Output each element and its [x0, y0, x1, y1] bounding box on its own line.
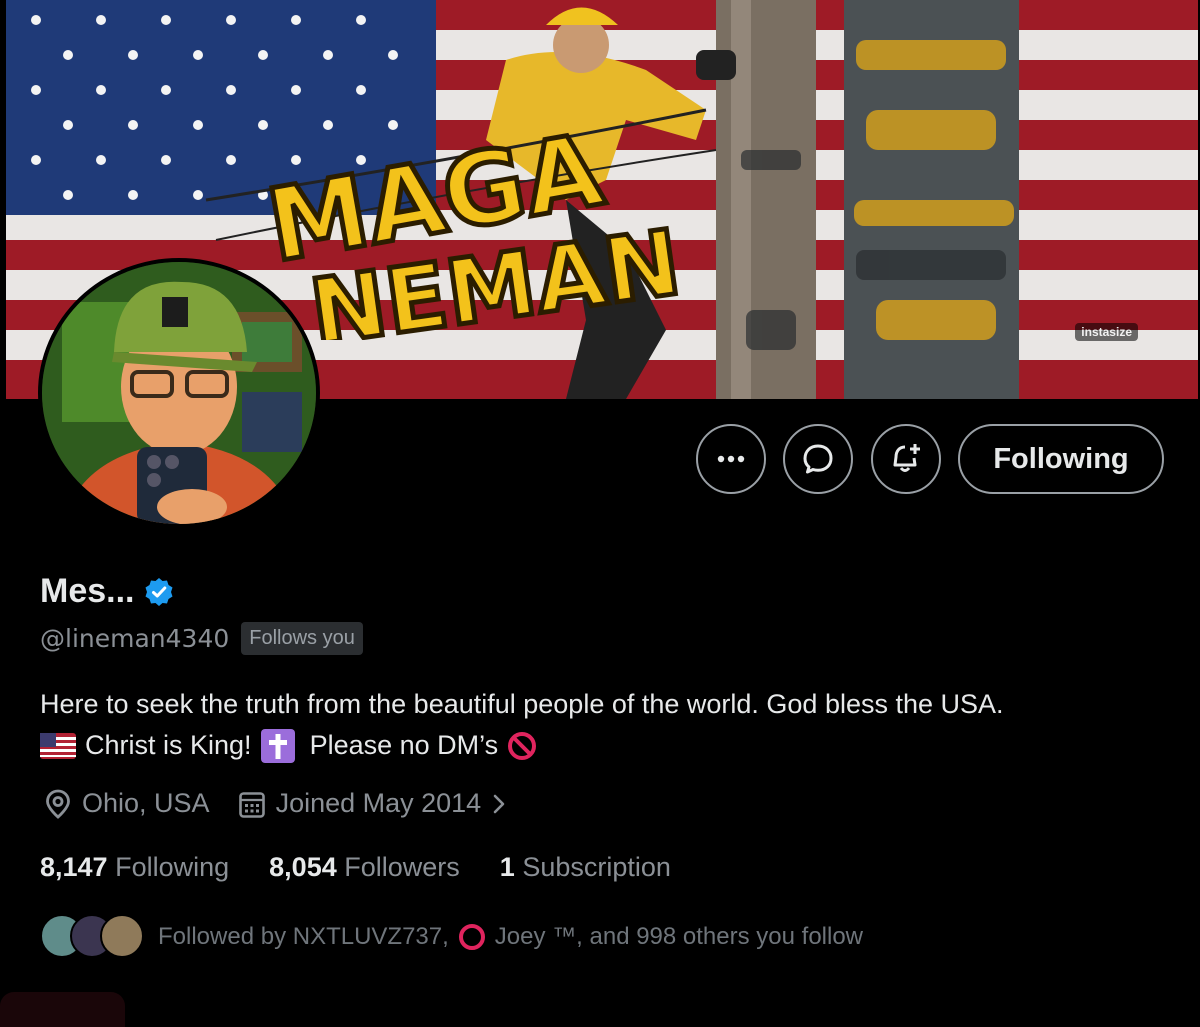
followers-stat[interactable]: 8,054 Followers	[269, 852, 460, 883]
banner-logo: MAGA NEMAN	[257, 120, 689, 340]
no-entry-icon	[508, 731, 537, 760]
us-flag-icon	[40, 732, 76, 759]
avatar[interactable]	[38, 258, 320, 528]
message-icon	[803, 444, 833, 474]
verified-badge-icon[interactable]	[144, 577, 174, 607]
red-circle-icon	[458, 924, 485, 950]
follows-you-badge: Follows you	[241, 622, 363, 655]
follow-stats: 8,147 Following 8,054 Followers 1 Subscr…	[40, 852, 711, 883]
joined-date[interactable]: Joined May 2014	[238, 788, 508, 819]
bell-plus-icon	[893, 444, 920, 472]
display-name: Mes...	[40, 572, 135, 610]
subscriptions-stat[interactable]: 1 Subscription	[500, 852, 671, 883]
bio-dm-text: Please no DM’s	[309, 730, 499, 760]
decorative-blob	[0, 992, 125, 1027]
followed-by-prefix: Followed by NXTLUVZ737,	[158, 923, 449, 950]
chevron-right-icon	[493, 794, 505, 813]
handle-row: @lineman4340 Follows you	[40, 622, 363, 655]
more-icon	[717, 455, 745, 463]
followed-by-suffix: Joey ™, and 998 others you follow	[494, 923, 864, 950]
bio-christ-text: Christ is King!	[85, 730, 252, 760]
followed-by-row[interactable]: Followed by NXTLUVZ737, Joey ™, and 998 …	[40, 914, 863, 960]
bio: Here to seek the truth from the beautifu…	[40, 684, 1170, 766]
following-button[interactable]: Following	[958, 424, 1164, 494]
display-name-row: Mes...	[40, 572, 174, 611]
cross-icon	[260, 728, 295, 763]
follower-avatar	[100, 914, 144, 958]
location: Ohio, USA	[44, 788, 210, 819]
calendar-icon	[238, 791, 265, 818]
bio-line-1: Here to seek the truth from the beautifu…	[40, 689, 1004, 719]
handle: @lineman4340	[40, 624, 230, 653]
following-stat[interactable]: 8,147 Following	[40, 852, 229, 883]
follower-avatars	[40, 914, 144, 960]
notifications-button[interactable]	[871, 424, 941, 494]
bio-line-2: Christ is King! Please no DM’s	[40, 725, 1170, 766]
message-button[interactable]	[783, 424, 853, 494]
more-button[interactable]	[696, 424, 766, 494]
instasize-watermark: instasize	[1075, 323, 1138, 341]
location-pin-icon	[46, 789, 70, 819]
profile-meta: Ohio, USA Joined May 2014	[44, 788, 535, 819]
